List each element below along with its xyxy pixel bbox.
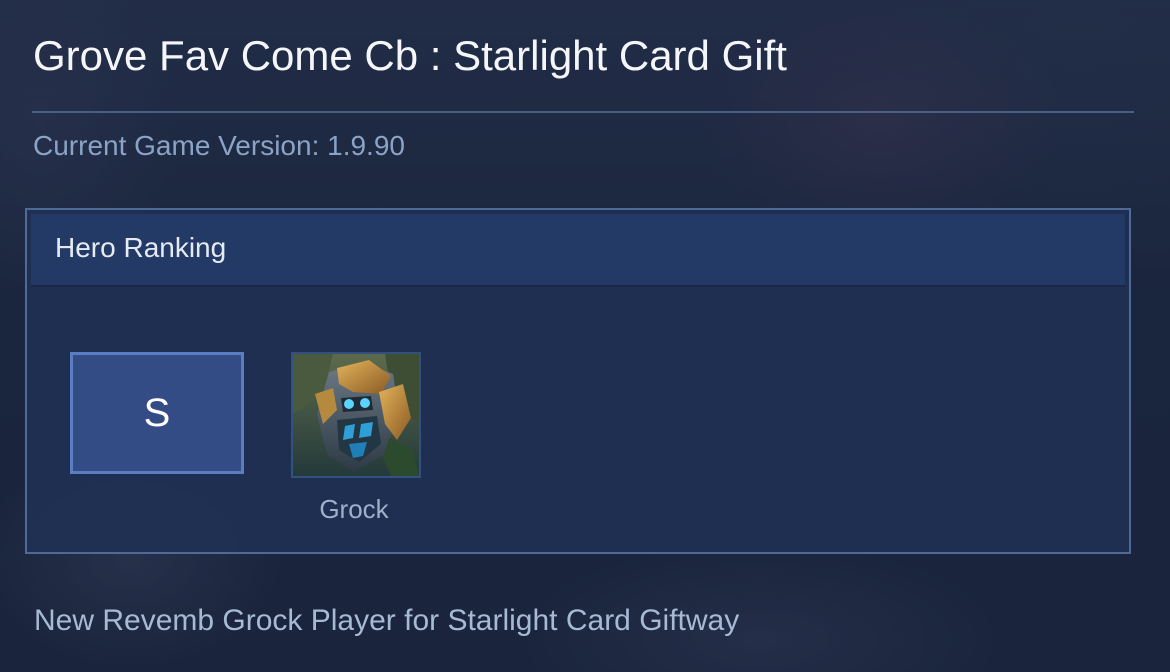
hero-portrait-grock[interactable] bbox=[291, 352, 421, 478]
hero-ranking-header: Hero Ranking bbox=[31, 214, 1125, 287]
tier-label: S bbox=[143, 390, 171, 435]
grock-portrait-icon bbox=[293, 354, 419, 476]
hero-ranking-panel: Hero Ranking S Grock bbox=[25, 208, 1131, 554]
title-divider bbox=[32, 111, 1134, 113]
footer-description: New Revemb Grock Player for Starlight Ca… bbox=[34, 604, 740, 637]
game-version-text: Current Game Version: 1.9.90 bbox=[33, 130, 405, 161]
hero-name-label: Grock bbox=[319, 494, 389, 524]
tier-badge: S bbox=[70, 352, 244, 474]
hero-ranking-title: Hero Ranking bbox=[55, 232, 227, 263]
page-title: Grove Fav Come Cb : Starlight Card Gift bbox=[33, 32, 787, 79]
